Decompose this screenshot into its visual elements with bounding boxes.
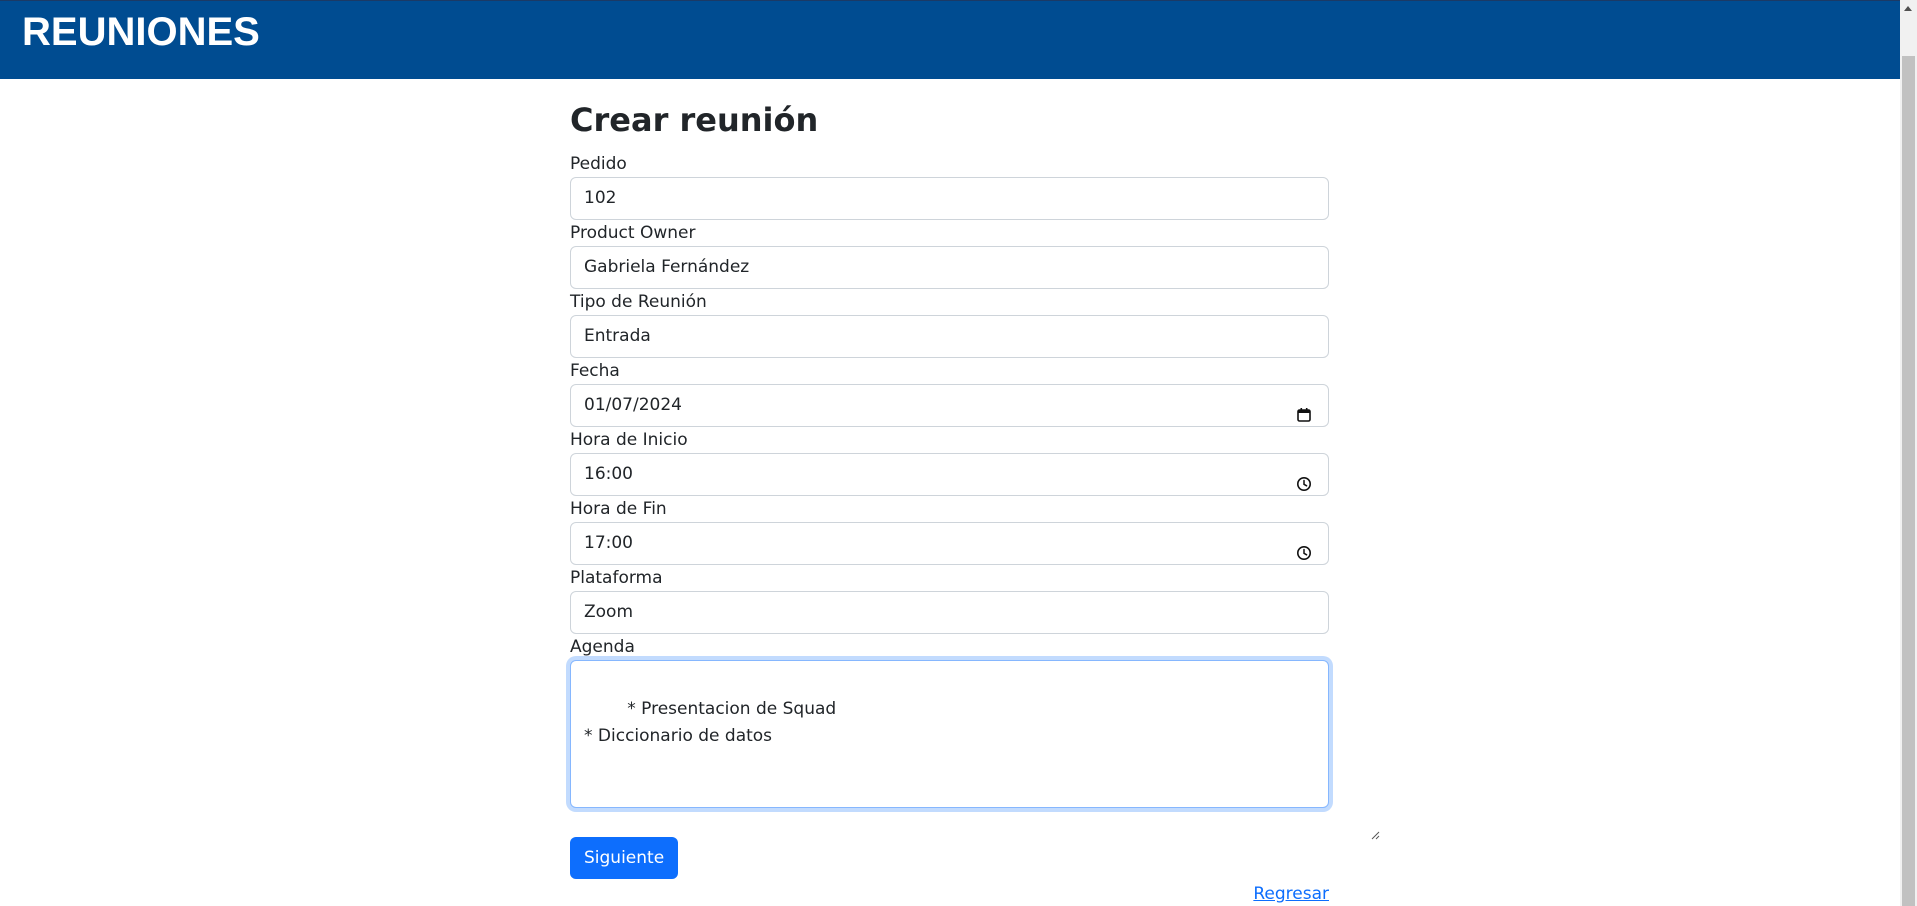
fecha-input[interactable]: 01/07/2024 (570, 384, 1329, 427)
pedido-label: Pedido (570, 154, 627, 174)
app-header: REUNIONES (0, 0, 1900, 79)
field-fecha: Fecha 01/07/2024 (570, 360, 1329, 427)
siguiente-button[interactable]: Siguiente (570, 837, 679, 879)
pedido-input[interactable]: 102 (570, 177, 1329, 220)
field-agenda: Agenda * Presentacion de Squad * Diccion… (570, 636, 1380, 840)
page: REUNIONES Crear reunión Pedido 102 Produ… (0, 0, 1917, 906)
hora-inicio-value: 16:00 (584, 464, 633, 484)
clock-icon[interactable] (1296, 536, 1312, 560)
page-title: Crear reunión (570, 101, 819, 139)
resize-grip-icon[interactable] (1316, 795, 1380, 840)
hora-fin-label: Hora de Fin (570, 499, 667, 519)
tipo-reunion-input[interactable]: Entrada (570, 315, 1329, 358)
agenda-value: * Presentacion de Squad * Diccionario de… (584, 699, 837, 746)
agenda-label: Agenda (570, 637, 635, 657)
agenda-textarea[interactable]: * Presentacion de Squad * Diccionario de… (570, 660, 1380, 840)
scrollbar-thumb[interactable] (1902, 56, 1915, 906)
product-owner-label: Product Owner (570, 223, 696, 243)
calendar-icon[interactable] (1296, 398, 1312, 422)
field-hora-inicio: Hora de Inicio 16:00 (570, 429, 1329, 496)
hora-fin-input[interactable]: 17:00 (570, 522, 1329, 565)
regresar-link[interactable]: Regresar (1253, 882, 1329, 906)
create-meeting-form: Crear reunión Pedido 102 Product Owner G… (570, 96, 1380, 904)
hora-inicio-input[interactable]: 16:00 (570, 453, 1329, 496)
hora-fin-value: 17:00 (584, 533, 633, 553)
fecha-label: Fecha (570, 361, 620, 381)
scroll-up-arrow-icon[interactable] (1900, 0, 1917, 17)
tipo-reunion-label: Tipo de Reunión (570, 292, 707, 312)
field-product-owner: Product Owner Gabriela Fernández (570, 222, 1329, 289)
field-pedido: Pedido 102 (570, 153, 1329, 220)
field-plataforma: Plataforma Zoom (570, 567, 1329, 634)
app-title: REUNIONES (22, 10, 260, 54)
clock-icon[interactable] (1296, 467, 1312, 491)
plataforma-label: Plataforma (570, 568, 663, 588)
field-hora-fin: Hora de Fin 17:00 (570, 498, 1329, 565)
product-owner-input[interactable]: Gabriela Fernández (570, 246, 1329, 289)
field-tipo-reunion: Tipo de Reunión Entrada (570, 291, 1329, 358)
hora-inicio-label: Hora de Inicio (570, 430, 688, 450)
fecha-value: 01/07/2024 (584, 395, 682, 415)
plataforma-input[interactable]: Zoom (570, 591, 1329, 634)
vertical-scrollbar[interactable] (1900, 0, 1917, 906)
